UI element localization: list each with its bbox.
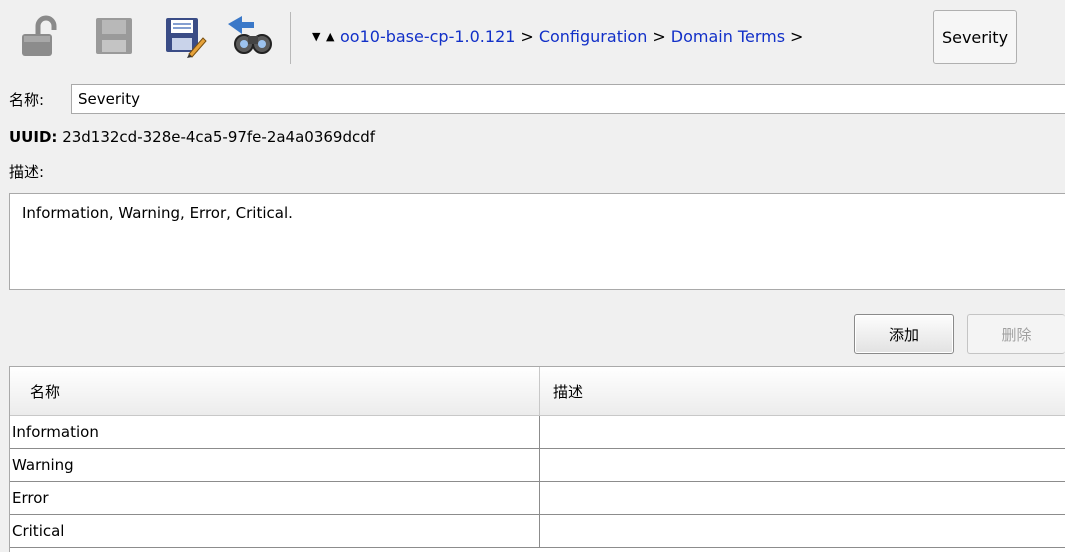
uuid-value: 23d132cd-328e-4ca5-97fe-2a4a0369dcdf [62, 128, 376, 146]
breadcrumb-item-domain-terms[interactable]: Domain Terms [671, 27, 785, 46]
breadcrumb-separator: > [790, 27, 804, 46]
breadcrumb-current-item[interactable]: Severity [933, 10, 1017, 64]
name-input[interactable] [71, 84, 1065, 114]
breadcrumb-separator: > [652, 27, 666, 46]
cell-name[interactable]: Critical [10, 515, 540, 547]
table-row[interactable]: Warning [10, 449, 1065, 482]
toolbar: ▼ ▲ oo10-base-cp-1.0.121 > Configuration > D… [0, 0, 1065, 78]
column-header-description[interactable]: 描述 [541, 367, 1065, 415]
terms-table: 名称 描述 Information Warning Error Critical [9, 366, 1065, 552]
breadcrumb-separator: > [520, 27, 534, 46]
cell-name[interactable]: Error [10, 482, 540, 514]
breadcrumb-item-configuration[interactable]: Configuration [539, 27, 648, 46]
cell-name[interactable]: Information [10, 416, 540, 448]
cell-description[interactable] [541, 515, 1065, 547]
save-edit-icon[interactable] [163, 14, 207, 58]
add-button[interactable]: 添加 [854, 314, 954, 354]
cell-description[interactable] [541, 449, 1065, 481]
table-row[interactable]: Critical [10, 515, 1065, 548]
table-row[interactable]: Error [10, 482, 1065, 515]
description-textarea[interactable]: Information, Warning, Error, Critical. [9, 193, 1065, 290]
delete-button[interactable]: 删除 [967, 314, 1065, 354]
name-label: 名称: [9, 91, 45, 109]
nav-up-arrow-icon[interactable]: ▲ [326, 30, 334, 43]
unlock-icon[interactable] [18, 14, 62, 58]
cell-description[interactable] [541, 416, 1065, 448]
save-disabled-icon[interactable] [92, 14, 136, 58]
cell-description[interactable] [541, 482, 1065, 514]
toolbar-separator [290, 12, 291, 64]
find-binoculars-icon[interactable] [226, 14, 272, 58]
table-header: 名称 描述 [10, 367, 1065, 416]
table-row[interactable]: Information [10, 416, 1065, 449]
breadcrumb-item-project[interactable]: oo10-base-cp-1.0.121 [340, 27, 515, 46]
description-label: 描述: [9, 163, 45, 181]
nav-down-arrow-icon[interactable]: ▼ [312, 30, 320, 43]
uuid-label: UUID: [9, 128, 58, 146]
cell-name[interactable]: Warning [10, 449, 540, 481]
column-header-name[interactable]: 名称 [10, 367, 540, 415]
uuid-row: UUID: 23d132cd-328e-4ca5-97fe-2a4a0369dc… [9, 128, 375, 146]
breadcrumb: oo10-base-cp-1.0.121 > Configuration > Domai… [340, 27, 808, 46]
